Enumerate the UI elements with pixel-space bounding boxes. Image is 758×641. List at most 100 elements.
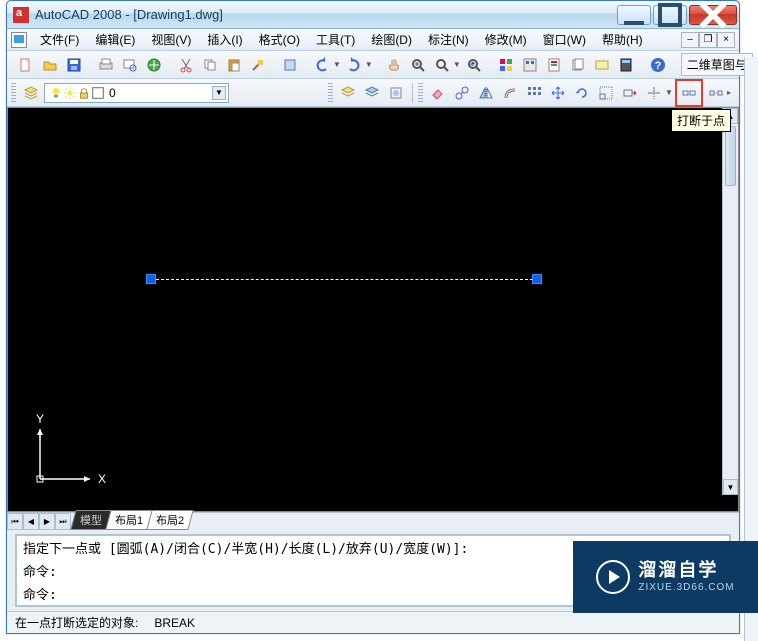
menu-help[interactable]: 帮助(H) <box>595 29 650 50</box>
redo-button[interactable] <box>343 54 365 76</box>
mirror-button[interactable] <box>475 82 497 104</box>
zoom-previous-button[interactable] <box>463 54 485 76</box>
layer-previous-button[interactable] <box>337 82 359 104</box>
grip-end[interactable] <box>532 274 542 284</box>
grip-start[interactable] <box>146 274 156 284</box>
undo-dropdown[interactable]: ▼ <box>333 60 341 69</box>
markup-button[interactable] <box>591 54 613 76</box>
redo-dropdown[interactable]: ▼ <box>365 60 373 69</box>
toolbar-grip-3[interactable] <box>11 83 16 103</box>
layer-dropdown-arrow[interactable]: ▼ <box>212 86 226 100</box>
publish-button[interactable] <box>143 54 165 76</box>
copy-button[interactable] <box>199 54 221 76</box>
cut-button[interactable] <box>175 54 197 76</box>
scroll-down-button[interactable]: ▼ <box>723 479 738 495</box>
scale-button[interactable] <box>595 82 617 104</box>
drawing-area[interactable]: X Y ▲ ▼ <box>7 107 739 512</box>
zoom-dropdown[interactable]: ▼ <box>453 60 461 69</box>
layer-states-button[interactable] <box>361 82 383 104</box>
mdi-close[interactable]: × <box>717 32 735 48</box>
pan-button[interactable] <box>383 54 405 76</box>
menu-file[interactable]: 文件(F) <box>33 29 86 50</box>
tooltip-break-at-point: 打断于点 <box>671 109 731 132</box>
tab-layout2[interactable]: 布局2 <box>146 510 193 530</box>
paste-button[interactable] <box>223 54 245 76</box>
quickcalc-button[interactable] <box>615 54 637 76</box>
play-icon <box>596 560 630 594</box>
zoom-window-button[interactable] <box>431 54 453 76</box>
menu-edit[interactable]: 编辑(E) <box>88 29 142 50</box>
svg-text:X: X <box>98 472 106 486</box>
move-button[interactable] <box>547 82 569 104</box>
array-button[interactable] <box>523 82 545 104</box>
offset-button[interactable] <box>499 82 521 104</box>
trim-button[interactable] <box>643 82 665 104</box>
lightbulb-icon <box>49 86 63 100</box>
tab-layout1[interactable]: 布局1 <box>105 510 152 530</box>
new-button[interactable] <box>15 54 37 76</box>
break-at-point-button[interactable] <box>678 82 700 104</box>
menu-dimension[interactable]: 标注(N) <box>421 29 476 50</box>
vertical-scrollbar[interactable]: ▲ ▼ <box>722 108 738 495</box>
copy-obj-button[interactable] <box>451 82 473 104</box>
tab-scroll-next[interactable]: ▶ <box>39 513 55 530</box>
properties-button[interactable] <box>495 54 517 76</box>
menu-view[interactable]: 视图(V) <box>144 29 198 50</box>
undo-button[interactable] <box>311 54 333 76</box>
break-at-point-highlight <box>675 79 703 107</box>
save-button[interactable] <box>63 54 85 76</box>
menu-tools[interactable]: 工具(T) <box>309 29 362 50</box>
plot-preview-button[interactable] <box>119 54 141 76</box>
mdi-controls: ‒ ❐ × <box>681 32 735 48</box>
minimize-button[interactable] <box>617 5 651 25</box>
block-editor-button[interactable] <box>279 54 301 76</box>
maximize-button[interactable] <box>653 5 687 25</box>
selected-line[interactable] <box>151 279 538 280</box>
window-title: AutoCAD 2008 - [Drawing1.dwg] <box>35 7 617 22</box>
help-button[interactable]: ? <box>647 54 669 76</box>
menubar: 文件(F) 编辑(E) 视图(V) 插入(I) 格式(O) 工具(T) 绘图(D… <box>7 29 739 51</box>
color-icon <box>91 86 105 100</box>
status-command: BREAK <box>154 616 195 630</box>
more-modify-dropdown[interactable]: ▸ <box>727 88 735 97</box>
sun-icon <box>63 86 77 100</box>
close-button[interactable] <box>689 5 737 25</box>
scroll-thumb-v[interactable] <box>725 126 736 186</box>
plot-button[interactable] <box>95 54 117 76</box>
mdi-restore[interactable]: ❐ <box>699 32 717 48</box>
titlebar[interactable]: AutoCAD 2008 - [Drawing1.dwg] <box>7 1 739 29</box>
erase-button[interactable] <box>427 82 449 104</box>
svg-text:?: ? <box>654 60 661 72</box>
watermark-overlay: 溜溜自学 ZIXUE.3D66.COM <box>573 541 758 613</box>
design-center-button[interactable] <box>519 54 541 76</box>
open-button[interactable] <box>39 54 61 76</box>
trim-dropdown[interactable]: ▼ <box>665 88 673 97</box>
zoom-realtime-button[interactable] <box>407 54 429 76</box>
layer-iso-button[interactable] <box>385 82 407 104</box>
menu-format[interactable]: 格式(O) <box>252 29 307 50</box>
layer-combo[interactable]: 0 ▼ <box>44 83 229 103</box>
sheet-set-button[interactable] <box>567 54 589 76</box>
tab-scroll-prev[interactable]: ◀ <box>23 513 39 530</box>
stretch-button[interactable] <box>619 82 641 104</box>
menu-draw[interactable]: 绘图(D) <box>364 29 419 50</box>
menu-modify[interactable]: 修改(M) <box>478 29 534 50</box>
tab-scroll-first[interactable]: ⏮ <box>7 513 23 530</box>
watermark-name: 溜溜自学 <box>638 560 734 582</box>
window-controls <box>617 5 737 25</box>
watermark-url: ZIXUE.3D66.COM <box>638 582 734 594</box>
mdi-minimize[interactable]: ‒ <box>681 32 699 48</box>
workspace-tab[interactable]: 二维草图与 <box>681 53 753 76</box>
tab-scroll-last[interactable]: ⏭ <box>55 513 71 530</box>
tool-palette-button[interactable] <box>543 54 565 76</box>
svg-text:Y: Y <box>36 412 44 426</box>
rotate-button[interactable] <box>571 82 593 104</box>
toolbar-grip-4[interactable] <box>328 83 333 103</box>
ucs-icon: X Y <box>30 409 110 489</box>
menu-insert[interactable]: 插入(I) <box>200 29 249 50</box>
break-button[interactable] <box>705 82 727 104</box>
layer-manager-button[interactable] <box>20 82 42 104</box>
toolbar-grip-5[interactable] <box>418 83 423 103</box>
match-prop-button[interactable] <box>247 54 269 76</box>
menu-window[interactable]: 窗口(W) <box>536 29 593 50</box>
